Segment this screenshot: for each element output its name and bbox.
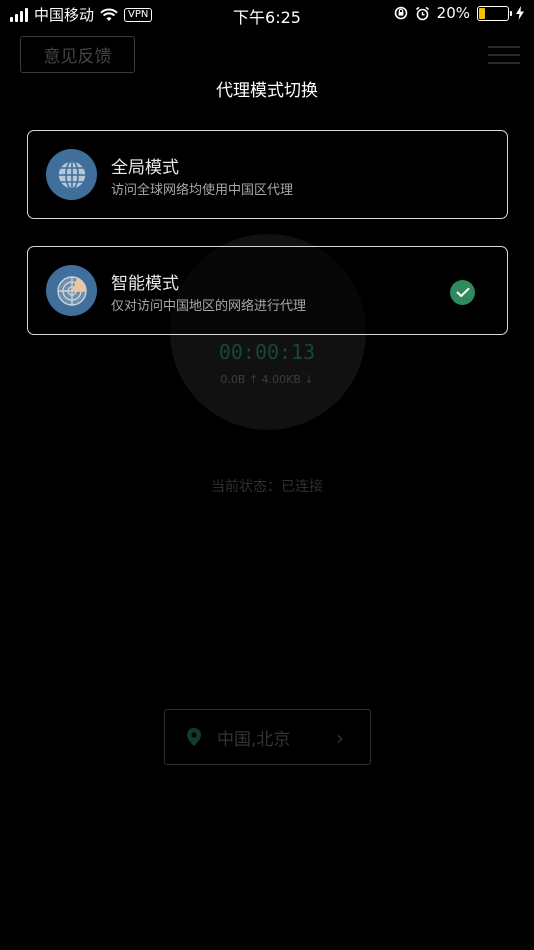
- chevron-right-icon: ›: [336, 726, 344, 750]
- traffic-stats: 0.0B ↑ 4.00KB ↓: [220, 373, 314, 386]
- feedback-button[interactable]: 意见反馈: [20, 36, 135, 73]
- modal-title: 代理模式切换: [216, 81, 318, 101]
- location-label: 中国,北京: [217, 729, 291, 750]
- globe-icon: [46, 149, 97, 200]
- connection-status: 当前状态：已连接: [211, 479, 323, 495]
- radar-icon: [46, 265, 97, 316]
- location-pin-icon: [187, 728, 201, 746]
- menu-icon[interactable]: [488, 44, 520, 66]
- option-smart-mode[interactable]: 智能模式 仅对访问中国地区的网络进行代理: [27, 246, 508, 335]
- option-subtitle: 仅对访问中国地区的网络进行代理: [111, 299, 307, 314]
- option-title: 智能模式: [111, 274, 179, 294]
- option-title: 全局模式: [111, 158, 179, 178]
- connection-timer: 00:00:13: [218, 340, 316, 364]
- option-global-mode[interactable]: 全局模式 访问全球网络均使用中国区代理: [27, 130, 508, 219]
- location-selector[interactable]: 中国,北京 ›: [164, 709, 371, 765]
- checkmark-icon: [450, 280, 475, 305]
- option-subtitle: 访问全球网络均使用中国区代理: [111, 183, 294, 198]
